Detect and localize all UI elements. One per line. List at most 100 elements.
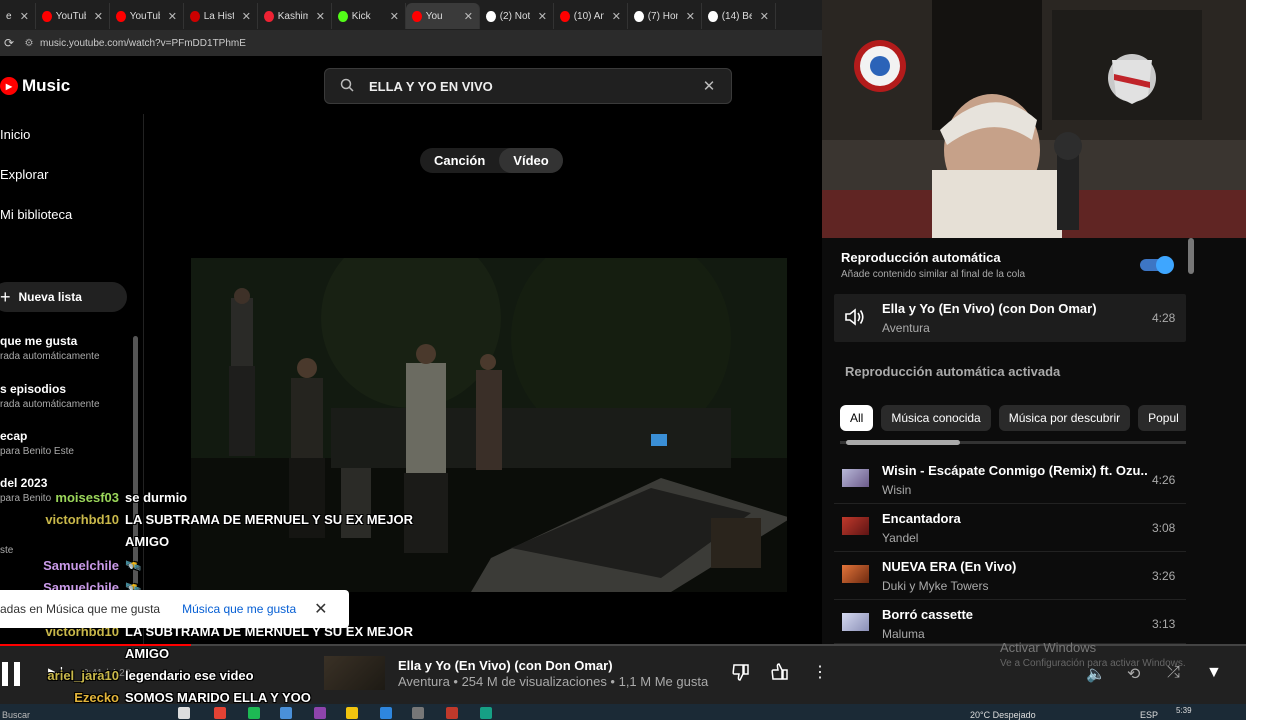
more-options-icon[interactable]: ⋮ <box>812 662 828 682</box>
taskbar-app-icon[interactable] <box>248 707 260 719</box>
filter-scrollbar[interactable] <box>846 440 960 445</box>
repeat-icon[interactable]: ⟲ <box>1127 664 1140 684</box>
taskbar-app-icon[interactable] <box>280 707 292 719</box>
taskbar-search-icon[interactable] <box>178 707 190 719</box>
chat-text: 🛰️ <box>125 558 142 573</box>
sidebar-playlist[interactable]: que me gusta rada automáticamente <box>0 334 136 362</box>
browser-tab[interactable]: YouTub ✕ <box>36 3 110 29</box>
tab-favicon-icon <box>708 10 718 22</box>
close-tab-icon[interactable]: ✕ <box>316 10 325 23</box>
filter-chip[interactable]: Música por descubrir <box>998 405 1131 431</box>
now-playing-duration: 4:28 <box>1152 311 1176 325</box>
dislike-icon[interactable] <box>731 662 751 687</box>
autoplay-title: Reproducción automática <box>841 250 1001 265</box>
taskbar-chrome-icon[interactable] <box>214 707 226 719</box>
queue-item-artist: Wisin <box>882 483 912 497</box>
clear-search-icon[interactable]: ✕ <box>687 77 731 95</box>
chip-song[interactable]: Canción <box>420 148 499 173</box>
new-playlist-button[interactable]: + Nueva lista <box>0 282 127 312</box>
queue-item-artist: Yandel <box>882 531 919 545</box>
taskbar-app-icon[interactable] <box>380 707 392 719</box>
toast-link[interactable]: Música que me gusta <box>182 602 296 616</box>
taskbar-app-icon[interactable] <box>314 707 326 719</box>
player-thumbnail[interactable] <box>324 656 385 690</box>
queue-item[interactable]: Encantadora Yandel 3:08 <box>834 504 1186 552</box>
tab-label: Kashim <box>277 10 308 22</box>
close-tab-icon[interactable]: ✕ <box>612 10 621 23</box>
queue-item[interactable]: NUEVA ERA (En Vivo) Duki y Myke Towers 3… <box>834 552 1186 600</box>
track-thumbnail <box>842 613 869 631</box>
sidebar-playlist[interactable]: s episodios rada automáticamente <box>0 382 136 410</box>
search-input[interactable]: ELLA Y YO EN VIVO <box>369 79 687 94</box>
close-tab-icon[interactable]: ✕ <box>94 10 103 23</box>
search-box[interactable]: ELLA Y YO EN VIVO ✕ <box>324 68 732 104</box>
queue-item[interactable]: Wisin - Escápate Conmigo (Remix) ft. Ozu… <box>834 456 1186 504</box>
ytmusic-logo[interactable]: ▶ Music <box>0 76 70 96</box>
now-playing-title: Ella y Yo (En Vivo) (con Don Omar) <box>882 301 1097 316</box>
chat-message: Ezecko SOMOS MARIDO ELLA Y YOO <box>0 690 311 705</box>
browser-tab[interactable]: (14) Be ✕ <box>702 3 776 29</box>
url-text[interactable]: music.youtube.com/watch?v=PFmDD1TPhmE <box>40 38 246 49</box>
autoplay-toggle[interactable] <box>1140 256 1174 274</box>
volume-icon[interactable]: 🔈 <box>1086 664 1106 684</box>
queue-item-title: Borró cassette <box>882 607 974 622</box>
close-tab-icon[interactable]: ✕ <box>760 10 769 23</box>
nav-library[interactable]: Mi biblioteca <box>0 194 143 234</box>
close-tab-icon[interactable]: ✕ <box>168 10 177 23</box>
taskbar-weather[interactable]: 20°C Despejado <box>970 710 1036 720</box>
close-tab-icon[interactable]: ✕ <box>464 10 473 23</box>
filter-chip[interactable]: Música conocida <box>881 405 991 431</box>
sidebar-scrollbar[interactable] <box>133 336 138 596</box>
toggle-knob <box>1156 256 1174 274</box>
taskbar-app-icon[interactable] <box>412 707 424 719</box>
browser-tab[interactable]: Kashim ✕ <box>258 3 332 29</box>
browser-tab[interactable]: (7) Hon ✕ <box>628 3 702 29</box>
queue-item[interactable]: Borró cassette Maluma 3:13 <box>834 600 1186 644</box>
filter-chip[interactable]: Popul <box>1138 405 1186 431</box>
taskbar-search[interactable]: Buscar <box>2 710 30 720</box>
browser-tab[interactable]: (10) An ✕ <box>554 3 628 29</box>
chat-username: Samuelchile <box>43 558 119 573</box>
tab-label: You <box>425 10 443 22</box>
filter-chip[interactable]: All <box>840 405 874 431</box>
site-info-icon[interactable]: ⚙ <box>18 38 40 49</box>
browser-tab[interactable]: You ✕ <box>406 3 480 29</box>
taskbar-folder-icon[interactable] <box>346 707 358 719</box>
close-tab-icon[interactable]: ✕ <box>686 10 695 23</box>
chat-username: Ezecko <box>74 690 119 705</box>
chip-video[interactable]: Vídeo <box>499 148 563 173</box>
queue-scrollbar[interactable] <box>1188 238 1194 274</box>
nav-home[interactable]: Inicio <box>0 114 143 154</box>
sidebar-playlist[interactable]: ste <box>0 542 136 556</box>
close-tab-icon[interactable]: ✕ <box>538 10 547 23</box>
taskbar-app-icon[interactable] <box>480 707 492 719</box>
player-title[interactable]: Ella y Yo (En Vivo) (con Don Omar) <box>398 658 613 673</box>
youtube-music-app: ▶ Music ELLA Y YO EN VIVO ✕ Inicio Explo… <box>0 56 822 644</box>
browser-tab[interactable]: La Histo ✕ <box>184 3 258 29</box>
browser-tab[interactable]: eam ✕ <box>0 3 36 29</box>
nav-explore[interactable]: Explorar <box>0 154 143 194</box>
close-tab-icon[interactable]: ✕ <box>390 10 399 23</box>
video-player[interactable] <box>191 258 787 592</box>
reload-icon[interactable]: ⟳ <box>0 36 18 50</box>
browser-tab[interactable]: (2) Not ✕ <box>480 3 554 29</box>
address-bar[interactable]: ⟳ ⚙ music.youtube.com/watch?v=PFmDD1TPhm… <box>0 30 822 56</box>
now-playing-row[interactable]: Ella y Yo (En Vivo) (con Don Omar) Avent… <box>834 294 1186 342</box>
taskbar-app-icon[interactable] <box>446 707 458 719</box>
browser-tab[interactable]: YouTub ✕ <box>110 3 184 29</box>
expand-player-icon[interactable]: ▼ <box>1206 664 1222 682</box>
queue-item-duration: 3:26 <box>1152 569 1176 583</box>
sidebar-playlist[interactable]: ecap para Benito Este <box>0 429 136 457</box>
like-icon[interactable] <box>770 662 790 687</box>
close-tab-icon[interactable]: ✕ <box>242 10 251 23</box>
taskbar-language[interactable]: ESP <box>1140 710 1158 720</box>
browser-tab[interactable]: Kick ✕ <box>332 3 406 29</box>
player-meta: Aventura • 254 M de visualizaciones • 1,… <box>398 674 709 689</box>
chat-username: victorhbd10 <box>45 512 119 527</box>
close-icon[interactable]: ✕ <box>314 599 327 619</box>
track-thumbnail <box>842 469 869 487</box>
taskbar-clock[interactable]: 5:39 <box>1176 706 1192 715</box>
queue-item-duration: 3:08 <box>1152 521 1176 535</box>
shuffle-icon[interactable]: ⤮ <box>1167 664 1180 682</box>
close-tab-icon[interactable]: ✕ <box>20 10 29 23</box>
